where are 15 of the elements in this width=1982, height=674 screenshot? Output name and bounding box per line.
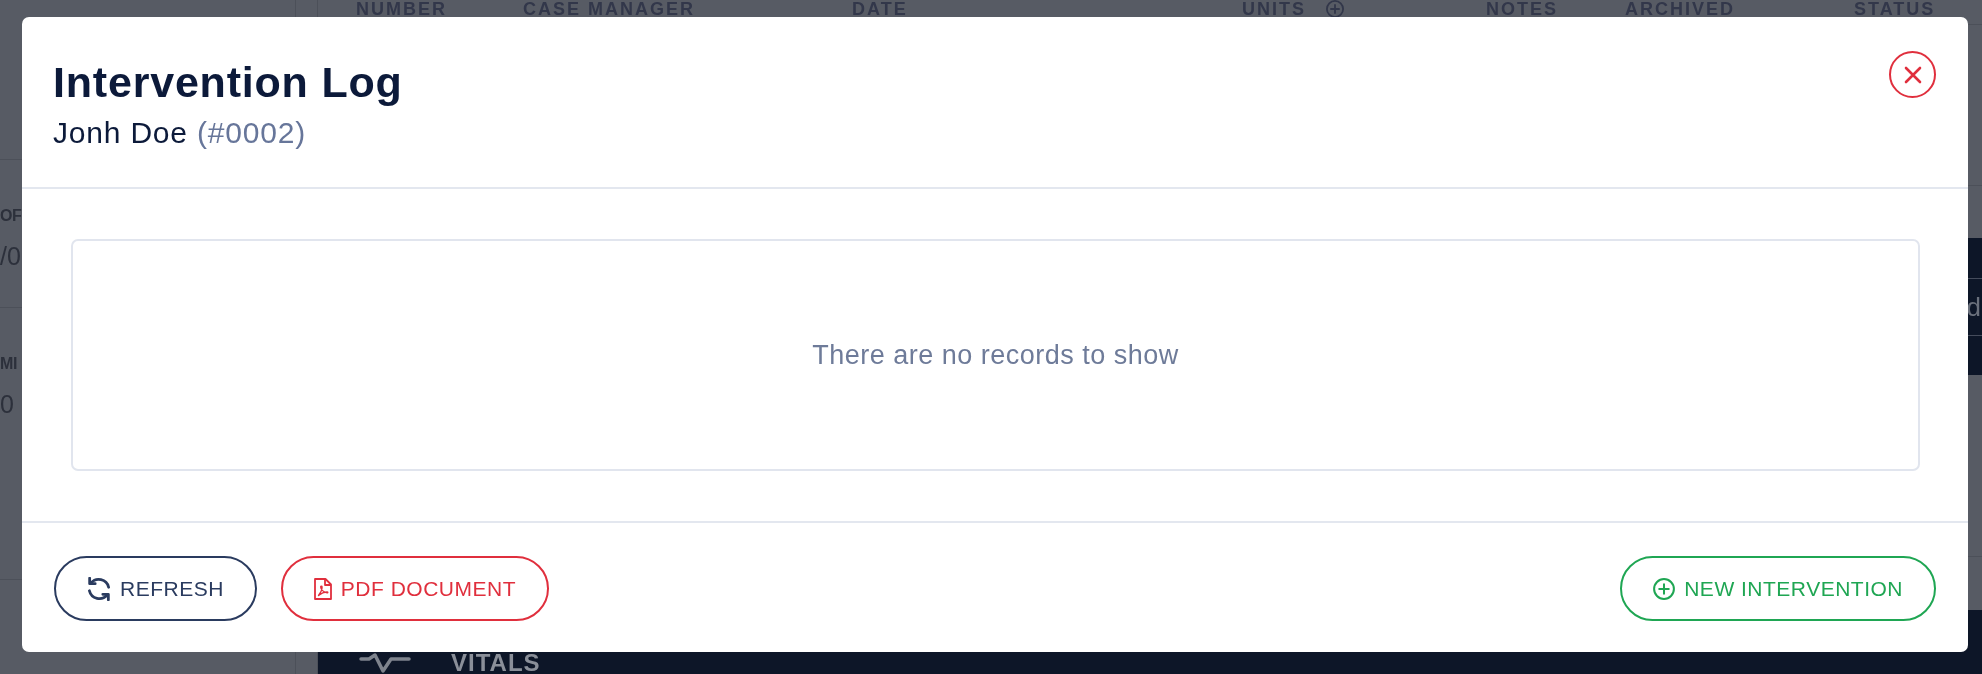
new-intervention-button[interactable]: NEW INTERVENTION bbox=[1620, 556, 1936, 621]
plus-circle-icon bbox=[1653, 577, 1676, 600]
pdf-button[interactable]: PDF DOCUMENT bbox=[280, 556, 550, 621]
empty-message: There are no records to show bbox=[812, 339, 1179, 371]
section-title: VITALS bbox=[451, 653, 541, 673]
pulse-icon bbox=[359, 653, 411, 673]
plus-circle-icon[interactable] bbox=[1326, 0, 1344, 18]
patient-name: Jonh Doe bbox=[53, 116, 188, 149]
refresh-button[interactable]: REFRESH bbox=[54, 556, 257, 621]
pdf-file-icon bbox=[313, 577, 332, 600]
patient-number: (#0002) bbox=[196, 116, 306, 149]
dialog-title: Intervention Log bbox=[53, 57, 403, 108]
refresh-icon bbox=[87, 576, 111, 601]
close-button[interactable] bbox=[1889, 51, 1936, 98]
close-icon bbox=[1903, 65, 1922, 84]
